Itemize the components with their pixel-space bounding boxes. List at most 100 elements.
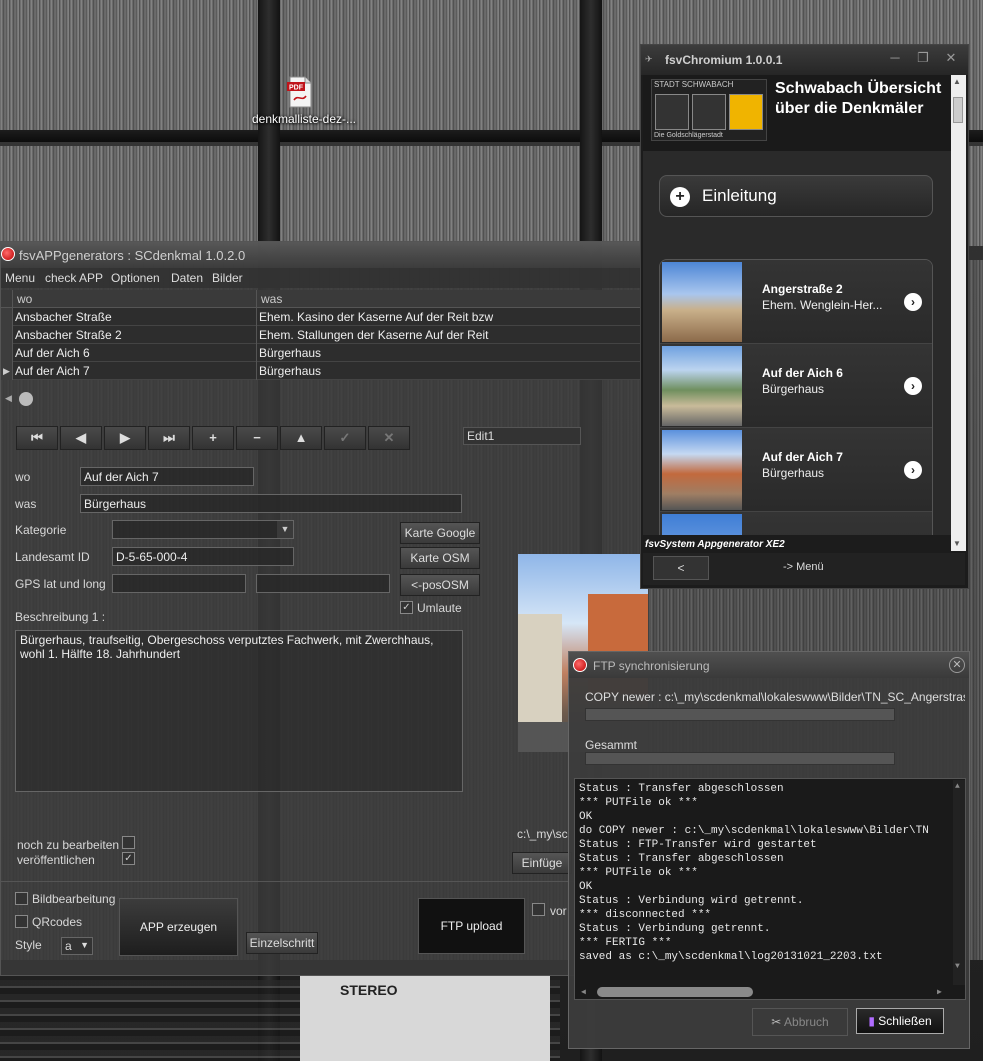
total-progress-bar	[585, 752, 895, 765]
karte-osm-button[interactable]: Karte OSM	[400, 547, 480, 569]
cell-wo[interactable]: Auf der Aich 7	[13, 362, 257, 380]
style-select[interactable]: a ▼	[61, 937, 93, 955]
log-vertical-scrollbar[interactable]: ▲ ▼	[953, 780, 965, 985]
einfuegen-button[interactable]: Einfüge	[512, 852, 572, 874]
nav-insert-button[interactable]: +	[192, 426, 234, 450]
log-horizontal-scrollbar-thumb[interactable]	[597, 987, 753, 997]
vor-checkbox[interactable]	[532, 903, 545, 916]
close-icon[interactable]: ✕	[949, 657, 965, 673]
scroll-up-icon[interactable]: ▲	[955, 780, 960, 794]
landesamt-field[interactable]: D-5-65-000-4	[112, 547, 294, 566]
cancel-icon: ✕	[383, 430, 395, 445]
einleitung-button[interactable]: + Einleitung	[659, 175, 933, 217]
ftp-upload-button[interactable]: FTP upload	[418, 898, 525, 954]
data-grid[interactable]: wo was Ansbacher Straße Ehem. Kasino der…	[1, 290, 641, 380]
scrollbar-thumb[interactable]	[953, 97, 963, 123]
preview-building	[518, 614, 562, 724]
ftp-titlebar[interactable]: FTP synchronisierung ✕	[569, 652, 969, 678]
veroeffentlichen-checkbox[interactable]: ✓	[122, 852, 135, 865]
menu-item-daten[interactable]: Daten	[171, 271, 203, 285]
bildbearbeitung-checkbox[interactable]	[15, 892, 28, 905]
cell-was[interactable]: Ehem. Kasino der Kaserne Auf der Reit bz…	[257, 308, 641, 326]
noch-checkbox[interactable]	[122, 836, 135, 849]
chevron-right-icon: ›	[904, 377, 922, 395]
app-titlebar[interactable]: fsvAPPgenerators : SCdenkmal 1.0.2.0	[1, 242, 649, 268]
beschreibung-textarea[interactable]: Bürgerhaus, traufseitig, Obergeschoss ve…	[15, 630, 463, 792]
cell-wo[interactable]: Ansbacher Straße 2	[13, 326, 257, 344]
mobile-vertical-scrollbar[interactable]: ▲ ▼	[951, 75, 966, 551]
list-item[interactable]: Auf der Aich 6 Bürgerhaus ›	[660, 344, 932, 428]
close-icon[interactable]: ✕	[937, 49, 965, 67]
logo-panel	[655, 94, 689, 130]
pdf-file-icon[interactable]: PDF	[284, 76, 316, 108]
nav-prior-button[interactable]: ◀	[60, 426, 102, 450]
scroll-up-icon[interactable]: ▲	[953, 77, 961, 86]
minimize-icon[interactable]: ─	[881, 49, 909, 67]
karte-google-button[interactable]: Karte Google	[400, 522, 480, 544]
veroeffentlichen-label: veröffentlichen	[17, 853, 95, 867]
nav-edit-button[interactable]: ▲	[280, 426, 322, 450]
grid-header-wo[interactable]: wo	[13, 290, 257, 308]
desktop-file-label[interactable]: denkmalliste-dez-...	[244, 112, 364, 126]
umlaute-checkbox[interactable]: ✓	[400, 601, 413, 614]
nav-last-button[interactable]: ⏭	[148, 426, 190, 450]
nav-next-button[interactable]: ▶	[104, 426, 146, 450]
list-item[interactable]: Angerstraße 2 Ehem. Wenglein-Her... ›	[660, 260, 932, 344]
ftp-log[interactable]: Status : Transfer abgeschlossen *** PUTF…	[574, 778, 966, 1000]
desktop-file-shortcut[interactable]: PDF denkmalliste-dez-...	[244, 76, 364, 130]
schliessen-button[interactable]: ▮ Schließen	[856, 1008, 944, 1034]
app-erzeugen-button[interactable]: APP erzeugen	[119, 898, 238, 956]
gps-lat-field[interactable]	[112, 574, 246, 593]
scroll-down-icon[interactable]: ▼	[955, 960, 960, 974]
cell-was[interactable]: Bürgerhaus	[257, 344, 641, 362]
cell-wo[interactable]: Auf der Aich 6	[13, 344, 257, 362]
nav-post-button[interactable]: ✓	[324, 426, 366, 450]
menu-item-check-app[interactable]: check APP	[45, 271, 103, 285]
chromium-titlebar[interactable]: ✈ fsvChromium 1.0.0.1 ─ ❐ ✕	[641, 45, 968, 75]
list-item[interactable]: Auf der Aich 7 Bürgerhaus ›	[660, 428, 932, 512]
menu-item-bilder[interactable]: Bilder	[212, 271, 243, 285]
scroll-left-icon[interactable]: ◀	[581, 986, 586, 999]
cell-wo[interactable]: Ansbacher Straße	[13, 308, 257, 326]
cell-was[interactable]: Bürgerhaus	[257, 362, 641, 380]
list-item[interactable]	[660, 512, 932, 535]
nav-cancel-button[interactable]: ✕	[368, 426, 410, 450]
nav-first-button[interactable]: ⏮	[16, 426, 58, 450]
grid-horizontal-scrollbar[interactable]: ◀	[1, 390, 641, 408]
table-row[interactable]: Auf der Aich 6 Bürgerhaus	[1, 344, 641, 362]
monument-list: Angerstraße 2 Ehem. Wenglein-Her... › Au…	[659, 259, 933, 535]
menu-item-optionen[interactable]: Optionen	[111, 271, 160, 285]
scroll-right-icon[interactable]: ▶	[937, 986, 942, 999]
scrollbar-thumb[interactable]	[19, 392, 33, 406]
einzelschritt-button[interactable]: Einzelschritt	[246, 932, 318, 954]
app-title: fsvAPPgenerators : SCdenkmal 1.0.2.0	[19, 248, 246, 263]
menu-item-menu[interactable]: Menu	[5, 271, 35, 285]
menu-link[interactable]: -> Menü	[783, 561, 824, 573]
was-field[interactable]: Bürgerhaus	[80, 494, 462, 513]
wo-field[interactable]: Auf der Aich 7	[80, 467, 254, 486]
cell-was[interactable]: Ehem. Stallungen der Kaserne Auf der Rei…	[257, 326, 641, 344]
qrcodes-label: QRcodes	[32, 915, 83, 929]
pos-osm-button[interactable]: <-posOSM	[400, 574, 480, 596]
abbruch-button[interactable]: ✂ Abbruch	[752, 1008, 848, 1036]
table-row-current[interactable]: ▶ Auf der Aich 7 Bürgerhaus	[1, 362, 641, 380]
vor-label: vor	[550, 904, 567, 918]
qrcodes-checkbox[interactable]	[15, 915, 28, 928]
table-row[interactable]: Ansbacher Straße 2 Ehem. Stallungen der …	[1, 326, 641, 344]
scroll-down-icon[interactable]: ▼	[953, 539, 961, 548]
kategorie-select[interactable]	[112, 520, 294, 539]
list-item-subtitle: Bürgerhaus	[762, 466, 825, 480]
maximize-icon[interactable]: ❐	[909, 49, 937, 67]
table-row[interactable]: Ansbacher Straße Ehem. Kasino der Kasern…	[1, 308, 641, 326]
log-line: *** PUTFile ok ***	[579, 867, 698, 879]
log-line: Status : Transfer abgeschlossen	[579, 783, 784, 795]
gps-label: GPS lat und long	[15, 577, 106, 591]
gps-long-field[interactable]	[256, 574, 390, 593]
app-logo-icon	[573, 658, 587, 672]
edit1-field[interactable]: Edit1	[463, 427, 581, 445]
chevron-down-icon[interactable]: ▼	[277, 521, 293, 538]
grid-header-was[interactable]: was	[257, 290, 641, 308]
back-button[interactable]: <	[653, 556, 709, 580]
scroll-left-icon[interactable]: ◀	[5, 393, 12, 404]
nav-delete-button[interactable]: −	[236, 426, 278, 450]
